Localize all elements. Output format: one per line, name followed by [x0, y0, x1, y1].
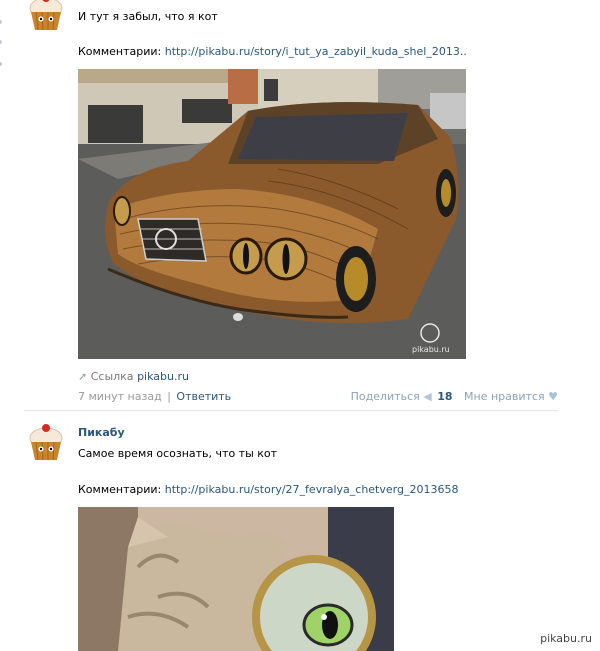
- comment-label: Комментарии:: [78, 45, 162, 58]
- attached-link[interactable]: ➚ Ссылка pikabu.ru: [78, 370, 189, 383]
- share-button[interactable]: Поделиться ◀ 18: [351, 390, 456, 403]
- post-time[interactable]: 7 минут назад: [78, 390, 162, 403]
- meta-separator: |: [167, 390, 171, 403]
- heart-icon: ♥: [548, 390, 558, 403]
- post-comment-line: Комментарии: http://pikabu.ru/story/i_tu…: [78, 45, 467, 58]
- post-comment-line: Комментарии: http://pikabu.ru/story/27_f…: [78, 483, 458, 496]
- comment-link[interactable]: http://pikabu.ru/story/i_tut_ya_zabyil_k…: [165, 45, 467, 58]
- photo-watermark: pikabu.ru: [412, 345, 450, 354]
- reply-link[interactable]: Ответить: [176, 390, 231, 403]
- like-label: Мне нравится: [464, 390, 545, 403]
- post-actions: Поделиться ◀ 18 Мне нравится ♥: [351, 390, 558, 403]
- pin-icon: ➚: [78, 370, 88, 383]
- comment-link[interactable]: http://pikabu.ru/story/27_fevralya_chetv…: [165, 483, 459, 496]
- share-count: 18: [437, 390, 453, 403]
- post-text: Самое время осознать, что ты кот: [78, 447, 278, 460]
- post-divider: [24, 410, 558, 411]
- link-domain[interactable]: pikabu.ru: [137, 370, 189, 383]
- share-arrow-icon: ◀: [423, 390, 432, 403]
- like-button[interactable]: Мне нравится ♥: [464, 390, 558, 403]
- post-author[interactable]: Пикабу: [78, 426, 125, 439]
- left-edge-markers: [0, 0, 6, 80]
- cupcake-avatar-icon[interactable]: [24, 0, 68, 36]
- post-photo[interactable]: [78, 507, 394, 651]
- post-text: И тут я забыл, что я кот: [78, 10, 218, 23]
- cupcake-avatar-icon[interactable]: [24, 422, 68, 466]
- post-photo[interactable]: pikabu.ru: [78, 69, 466, 359]
- link-prefix: Ссылка: [90, 370, 134, 383]
- share-label: Поделиться: [350, 390, 420, 403]
- comment-label: Комментарии:: [78, 483, 162, 496]
- site-watermark: pikabu.ru: [540, 632, 592, 645]
- post-meta: 7 минут назад | Ответить Поделиться ◀ 18…: [78, 390, 558, 403]
